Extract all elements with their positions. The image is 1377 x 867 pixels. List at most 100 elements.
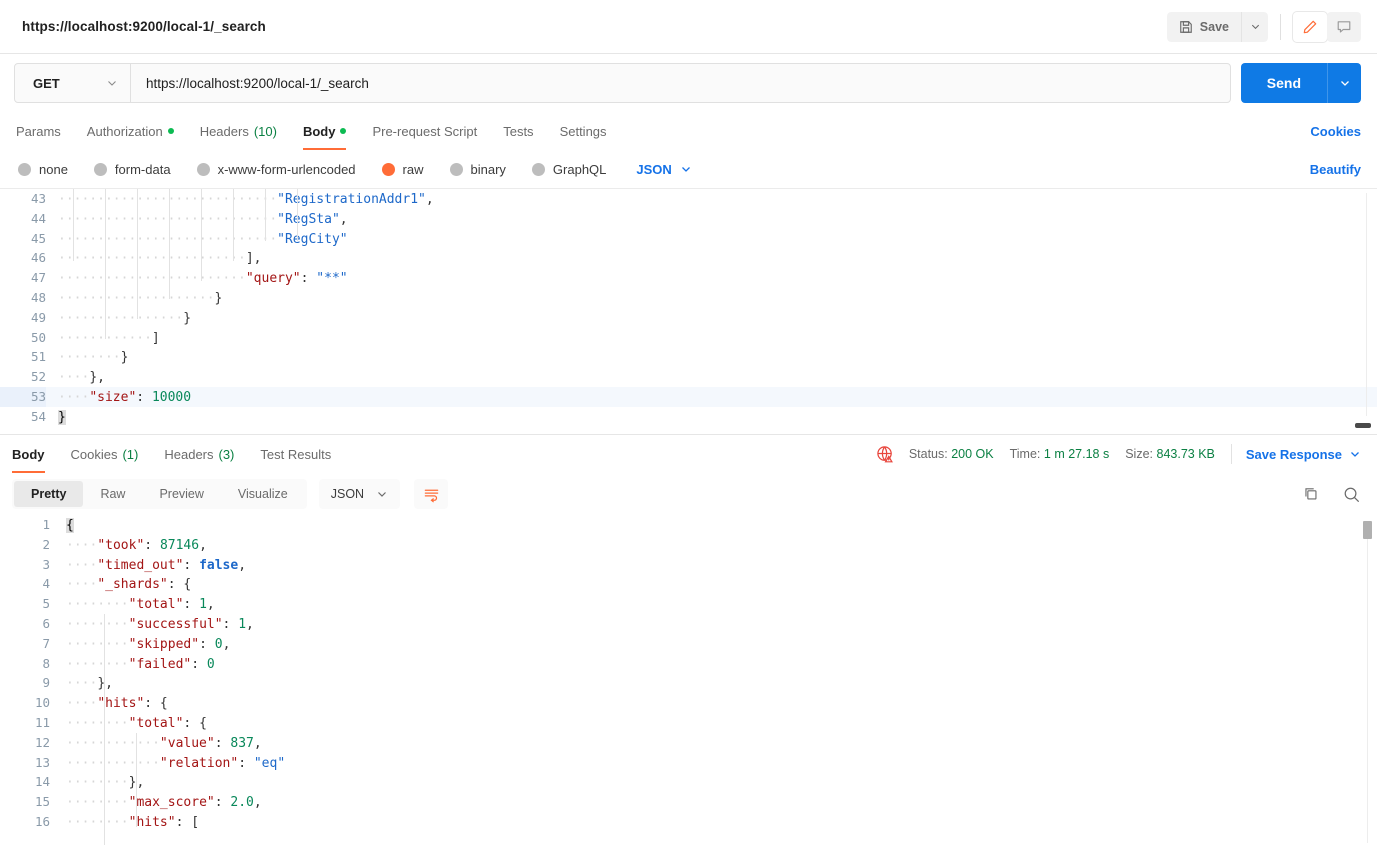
raw-format-select[interactable]: JSON xyxy=(636,162,691,177)
response-format-select[interactable]: JSON xyxy=(318,479,401,509)
body-type-label: form-data xyxy=(114,161,171,177)
save-options-button[interactable] xyxy=(1241,11,1268,42)
edit-request-button[interactable] xyxy=(1293,11,1327,42)
code-line: 14 ········}, xyxy=(0,772,1377,792)
copy-icon[interactable] xyxy=(1302,485,1320,503)
body-type-binary[interactable]: binary xyxy=(449,161,506,177)
request-editor-vertical-scrollbar[interactable] xyxy=(1366,193,1375,416)
code-text: ····}, xyxy=(66,676,113,692)
response-view-raw[interactable]: Raw xyxy=(83,481,142,507)
save-button[interactable]: Save xyxy=(1166,11,1241,42)
line-number: 14 xyxy=(34,774,50,790)
line-number: 43 xyxy=(30,191,46,206)
response-body-viewer[interactable]: 1{2 ····"took": 87146, 3 ····"timed_out": f… xyxy=(0,515,1377,845)
code-text: ····························"RegCity" xyxy=(58,231,348,247)
line-number: 50 xyxy=(30,329,46,345)
response-tabs: Body Cookies (1) Headers (3) Test Results Sta… xyxy=(0,435,1377,473)
code-text: ····················} xyxy=(58,290,223,306)
beautify-link[interactable]: Beautify xyxy=(1310,162,1361,177)
size-group: Size: 843.73 KB xyxy=(1125,447,1215,461)
code-line: 15 ········"max_score": 2.0, xyxy=(0,792,1377,812)
body-type-label: raw xyxy=(402,161,424,177)
body-type-none[interactable]: none xyxy=(18,162,68,177)
line-number: 3 xyxy=(42,556,50,572)
line-number: 15 xyxy=(34,794,50,810)
request-editor-horizontal-scrollbar[interactable] xyxy=(58,421,1363,428)
response-tab-label: Test Results xyxy=(260,446,332,462)
request-body-editor[interactable]: 43 ····························"Registrat… xyxy=(0,188,1377,434)
line-number: 45 xyxy=(30,230,46,246)
response-toolbar: Pretty Raw Preview Visualize JSON xyxy=(0,473,1377,515)
code-text: ····························"Registratio… xyxy=(58,192,434,207)
response-status-bar: Status: 200 OK Time: 1 m 27.18 s Size: 8… xyxy=(876,444,1361,464)
comments-button[interactable] xyxy=(1327,11,1361,42)
code-line: 3 ····"timed_out": false, xyxy=(0,555,1377,575)
response-tab-headers[interactable]: Headers (3) xyxy=(164,435,234,473)
code-line: 16 ········"hits": [ xyxy=(0,812,1377,832)
save-response-button[interactable]: Save Response xyxy=(1246,447,1361,462)
body-type-label: binary xyxy=(470,161,506,177)
save-response-label: Save Response xyxy=(1245,446,1342,462)
code-text: ········}, xyxy=(66,775,145,791)
code-line: 45 ····························"RegCity" xyxy=(0,229,1377,249)
code-text: ············"value": 837, xyxy=(66,735,262,751)
modified-indicator-dot xyxy=(167,128,174,134)
response-view-visualize[interactable]: Visualize xyxy=(221,481,305,507)
response-view-preview[interactable]: Preview xyxy=(142,481,220,507)
response-tab-body[interactable]: Body xyxy=(12,435,45,473)
request-tab-label: Tests xyxy=(503,123,534,139)
code-line: 52 ····}, xyxy=(0,367,1377,387)
body-type-x-www-form-urlencoded[interactable]: x-www-form-urlencoded xyxy=(196,161,356,177)
body-type-label: x-www-form-urlencoded xyxy=(217,161,356,177)
response-scrollbar-thumb[interactable] xyxy=(1363,521,1372,539)
request-editor-scroll-thumb[interactable] xyxy=(1355,423,1371,428)
response-tab-test-results[interactable]: Test Results xyxy=(260,435,331,473)
request-tab-headers[interactable]: Headers (10) xyxy=(200,112,277,150)
cookies-link[interactable]: Cookies xyxy=(1310,124,1361,139)
code-text: ········} xyxy=(58,350,129,366)
code-text: ························"query": "**" xyxy=(58,271,348,287)
body-type-graphql[interactable]: GraphQL xyxy=(531,161,607,177)
http-method-select[interactable]: GET xyxy=(15,64,131,102)
response-view-pretty[interactable]: Pretty xyxy=(14,481,84,507)
size-value: 843.73 KB xyxy=(1156,447,1215,461)
request-tab-body[interactable]: Body xyxy=(302,112,347,150)
request-tab-label: Body xyxy=(302,123,336,139)
send-button[interactable]: Send xyxy=(1240,63,1327,103)
response-scrollbar-track[interactable] xyxy=(1367,521,1368,843)
body-type-label: GraphQL xyxy=(552,161,607,177)
radio-icon xyxy=(18,162,31,176)
radio-icon xyxy=(196,162,210,176)
request-tab-authorization[interactable]: Authorization xyxy=(87,112,174,150)
response-tab-cookies[interactable]: Cookies (1) xyxy=(71,435,139,473)
request-tab-params[interactable]: Params xyxy=(16,112,61,150)
save-button-group: Save xyxy=(1166,11,1268,42)
request-tab-settings[interactable]: Settings xyxy=(560,112,607,150)
code-line: 4 ····"_shards": { xyxy=(0,574,1377,594)
code-line: 6 ········"successful": 1, xyxy=(0,614,1377,634)
code-text: ····"hits": { xyxy=(66,696,168,712)
line-number: 11 xyxy=(34,714,50,730)
code-text: ············] xyxy=(58,330,160,346)
search-icon[interactable] xyxy=(1342,485,1361,504)
toolbar-divider xyxy=(1280,13,1281,40)
comment-icon xyxy=(1336,19,1352,35)
line-number: 6 xyxy=(42,615,50,631)
top-bar-actions: Save xyxy=(1166,11,1361,42)
body-type-form-data[interactable]: form-data xyxy=(93,161,171,177)
request-tab-pre-request-script[interactable]: Pre-request Script xyxy=(372,112,477,150)
response-tab-label: Headers xyxy=(164,446,214,462)
send-button-group: Send xyxy=(1240,63,1361,103)
url-input[interactable]: https://localhost:9200/local-1/_search xyxy=(131,64,1230,102)
request-tab-tests[interactable]: Tests xyxy=(503,112,533,150)
code-text: ········"successful": 1, xyxy=(66,616,254,632)
time-value: 1 m 27.18 s xyxy=(1043,447,1110,461)
send-options-button[interactable] xyxy=(1327,63,1361,103)
url-bar: GET https://localhost:9200/local-1/_sear… xyxy=(14,63,1231,103)
word-wrap-button[interactable] xyxy=(414,479,449,509)
body-type-raw[interactable]: raw xyxy=(381,161,424,177)
code-line: 11 ········"total": { xyxy=(0,713,1377,733)
floppy-disk-icon xyxy=(1179,20,1193,34)
code-text: ····"took": 87146, xyxy=(66,537,207,553)
code-text: ····························"RegSta", xyxy=(58,211,348,227)
